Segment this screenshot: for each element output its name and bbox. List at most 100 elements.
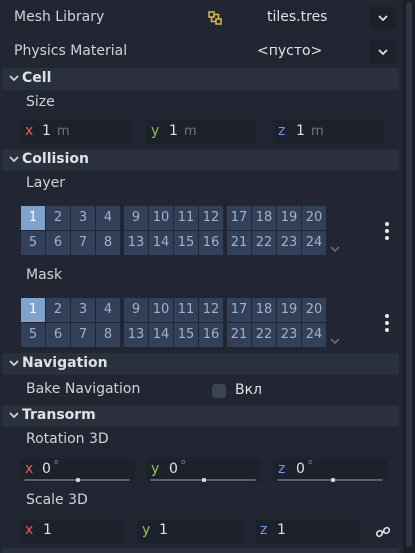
layer-bit-19[interactable]: 19: [277, 206, 301, 230]
cell-size-x-field[interactable]: x 1 m: [20, 120, 131, 144]
layer-bit-24[interactable]: 24: [302, 231, 326, 255]
layer-bit-3[interactable]: 3: [71, 298, 95, 322]
scale-3d-label: Scale 3D: [26, 492, 88, 508]
collision-mask-label: Mask: [26, 267, 63, 283]
physics-material-label: Physics Material: [14, 43, 128, 59]
layer-bit-21[interactable]: 21: [227, 231, 251, 255]
layer-bit-12[interactable]: 12: [199, 298, 223, 322]
layer-bit-8[interactable]: 8: [96, 323, 120, 347]
rotation-x-field[interactable]: x 0 °: [20, 458, 135, 482]
scale-y-field[interactable]: y 1: [137, 519, 243, 543]
layer-bit-8[interactable]: 8: [96, 231, 120, 255]
cell-size-z-field[interactable]: z 1 m: [273, 120, 385, 144]
layer-bit-11[interactable]: 11: [174, 206, 198, 230]
scale-z-field[interactable]: z 1: [255, 519, 361, 543]
axis-x-label: x: [25, 461, 34, 477]
scale-x-field[interactable]: x 1: [20, 519, 125, 543]
physics-material-picker[interactable]: <пусто>: [200, 40, 368, 64]
section-collision[interactable]: Collision: [2, 149, 399, 171]
layer-bit-22[interactable]: 22: [252, 231, 276, 255]
layer-bit-17[interactable]: 17: [227, 206, 251, 230]
layer-bit-21[interactable]: 21: [227, 323, 251, 347]
layer-bit-15[interactable]: 15: [174, 231, 198, 255]
layer-bit-2[interactable]: 2: [46, 298, 70, 322]
link-icon[interactable]: [375, 525, 391, 539]
layer-bit-10[interactable]: 10: [149, 206, 173, 230]
axis-x-label: x: [25, 123, 34, 139]
chevron-down-icon[interactable]: [330, 337, 340, 345]
layer-bit-13[interactable]: 13: [124, 323, 148, 347]
layer-bit-18[interactable]: 18: [252, 298, 276, 322]
layer-bit-10[interactable]: 10: [149, 298, 173, 322]
rotation-z-field[interactable]: z 0 °: [273, 458, 387, 482]
section-transform-title: Transorm: [22, 407, 96, 423]
layer-bit-17[interactable]: 17: [227, 298, 251, 322]
layer-bit-20[interactable]: 20: [302, 298, 326, 322]
layer-bit-16[interactable]: 16: [199, 323, 223, 347]
rotation-y-field[interactable]: y 0 °: [146, 458, 261, 482]
layer-bit-2[interactable]: 2: [46, 206, 70, 230]
cell-size-x-unit: m: [57, 124, 70, 139]
physics-material-dropdown-button[interactable]: [370, 40, 396, 64]
layer-bit-15[interactable]: 15: [174, 323, 198, 347]
layer-bit-1[interactable]: 1: [21, 298, 45, 322]
axis-z-label: z: [260, 522, 268, 538]
axis-z-label: z: [278, 461, 286, 477]
mesh-library-picker[interactable]: tiles.tres: [200, 6, 368, 30]
layer-bit-23[interactable]: 23: [277, 323, 301, 347]
section-navigation[interactable]: Navigation: [2, 353, 399, 375]
rotation-y-slider-grabber[interactable]: [202, 478, 206, 482]
rotation-z-slider[interactable]: [277, 479, 383, 481]
layer-bit-14[interactable]: 14: [149, 231, 173, 255]
layer-bit-22[interactable]: 22: [252, 323, 276, 347]
physics-material-value: <пусто>: [257, 43, 323, 59]
cell-size-y-field[interactable]: y 1 m: [146, 120, 257, 144]
layer-bit-18[interactable]: 18: [252, 206, 276, 230]
layer-bit-13[interactable]: 13: [124, 231, 148, 255]
inspector-panel: Mesh Library tiles.tres Physics Material…: [0, 0, 403, 553]
axis-y-label: y: [142, 522, 151, 538]
layer-bit-23[interactable]: 23: [277, 231, 301, 255]
mesh-library-dropdown-button[interactable]: [370, 6, 396, 30]
chevron-down-icon[interactable]: [330, 245, 340, 253]
mask-menu-kebab-icon[interactable]: [383, 314, 391, 334]
layer-bit-5[interactable]: 5: [21, 231, 45, 255]
mesh-library-resource-icon: [208, 11, 222, 25]
bake-navigation-value: Вкл: [235, 382, 263, 398]
bake-navigation-checkbox[interactable]: Вкл: [206, 378, 286, 402]
layer-bit-6[interactable]: 6: [46, 323, 70, 347]
rotation-x-slider-grabber[interactable]: [76, 478, 80, 482]
rotation-y-unit: °: [180, 459, 187, 474]
layer-bit-19[interactable]: 19: [277, 298, 301, 322]
layer-bit-4[interactable]: 4: [96, 298, 120, 322]
layer-menu-kebab-icon[interactable]: [383, 222, 391, 242]
layer-bit-9[interactable]: 9: [124, 206, 148, 230]
chevron-down-icon: [378, 49, 388, 56]
layer-bit-14[interactable]: 14: [149, 323, 173, 347]
layer-bit-7[interactable]: 7: [71, 231, 95, 255]
chevron-down-icon: [9, 360, 19, 367]
layer-bit-24[interactable]: 24: [302, 323, 326, 347]
section-transform[interactable]: Transorm: [2, 405, 399, 427]
section-cell[interactable]: Cell: [2, 68, 399, 90]
layer-bit-3[interactable]: 3: [71, 206, 95, 230]
axis-z-label: z: [278, 123, 286, 139]
rotation-x-unit: °: [53, 459, 60, 474]
layer-bit-1[interactable]: 1: [21, 206, 45, 230]
chevron-down-icon: [9, 156, 19, 163]
scrollbar-thumb[interactable]: [406, 2, 412, 547]
rotation-z-slider-grabber[interactable]: [331, 478, 335, 482]
layer-bit-5[interactable]: 5: [21, 323, 45, 347]
axis-y-label: y: [151, 123, 160, 139]
layer-bit-16[interactable]: 16: [199, 231, 223, 255]
layer-bit-4[interactable]: 4: [96, 206, 120, 230]
layer-bit-6[interactable]: 6: [46, 231, 70, 255]
layer-bit-20[interactable]: 20: [302, 206, 326, 230]
checkbox-icon: [212, 384, 226, 398]
layer-bit-9[interactable]: 9: [124, 298, 148, 322]
collision-mask-grid: 1 2 3 4 9 10 11 12 17 18 19 20 5 6 7 8 13 14 15 16 21 22 23 24: [21, 298, 331, 348]
scale-y-value: 1: [159, 522, 168, 538]
layer-bit-12[interactable]: 12: [199, 206, 223, 230]
layer-bit-11[interactable]: 11: [174, 298, 198, 322]
layer-bit-7[interactable]: 7: [71, 323, 95, 347]
